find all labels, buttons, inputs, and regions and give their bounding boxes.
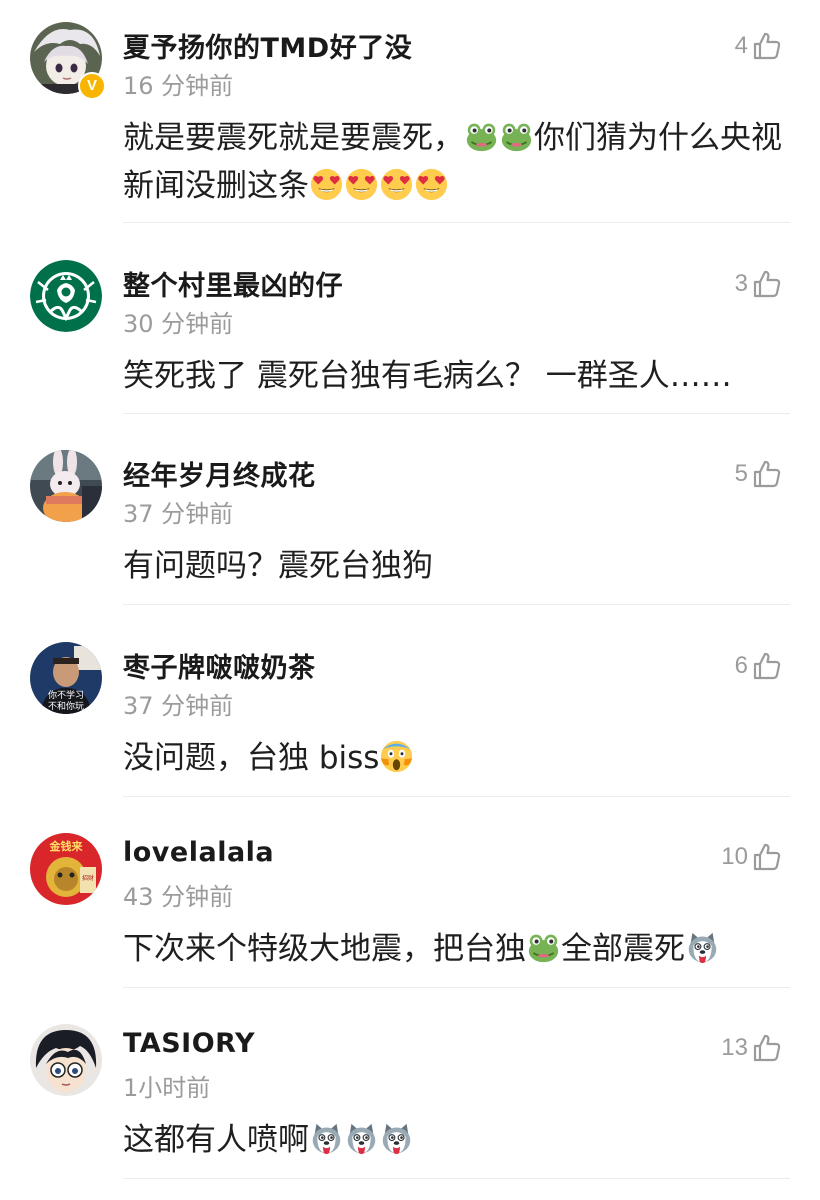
timestamp: 37 分钟前 xyxy=(123,500,234,528)
comment-text: 下次来个特级大地震，把台独 全部震死 xyxy=(123,925,795,973)
verified-badge: V xyxy=(78,72,106,100)
husky-emoji-icon xyxy=(686,930,719,964)
avatar-caption-line-1: 你不学习 xyxy=(48,689,84,701)
comment-text: 笑死我了 震死台独有毛病么？ 一群圣人…… xyxy=(123,352,795,400)
avatar[interactable] xyxy=(30,1024,102,1096)
comment-text-segment: 没问题，台独 biss xyxy=(123,740,380,776)
comment-text: 没问题，台独 biss xyxy=(123,734,795,782)
like-count: 6 xyxy=(734,652,748,679)
thumbs-up-icon xyxy=(752,459,782,489)
thumbs-up-icon xyxy=(752,842,782,872)
avatar-caption-line-2: 不和你玩 xyxy=(48,700,84,712)
anime-boy-glasses-avatar-icon xyxy=(30,1024,102,1096)
comment-text: 有问题吗？震死台独狗 xyxy=(123,542,795,590)
username[interactable]: 整个村里最凶的仔 xyxy=(123,264,343,303)
thumbs-up-icon xyxy=(752,1033,782,1063)
comment-text-segment: 就是要震死就是要震死， xyxy=(123,120,464,156)
timestamp: 30 分钟前 xyxy=(123,310,234,338)
scream-emoji-icon xyxy=(380,739,413,773)
like-button[interactable]: 10 xyxy=(721,839,782,875)
avatar[interactable] xyxy=(30,260,102,332)
heart-eyes-emoji-icon xyxy=(415,167,448,201)
husky-emoji-icon xyxy=(310,1121,343,1155)
timestamp: 1小时前 xyxy=(123,1074,211,1102)
comment-text-segment: 这都有人喷啊 xyxy=(123,1122,309,1158)
like-count: 3 xyxy=(734,270,748,297)
username[interactable]: 枣子牌啵啵奶茶 xyxy=(123,646,316,685)
comment-text-segment: 有问题吗？震死台独狗 xyxy=(123,548,433,584)
comment-text-segment: 笑死我了 震死台独有毛病么？ 一群圣人…… xyxy=(123,358,732,394)
avatar-caption-line-1: 金钱来 xyxy=(49,839,84,853)
thumbs-up-icon xyxy=(752,31,782,61)
thumbs-up-icon xyxy=(752,651,782,681)
divider xyxy=(123,413,790,414)
avatar[interactable]: 你不学习 不和你玩 xyxy=(30,642,102,714)
meme-photo-avatar-icon: 你不学习 不和你玩 xyxy=(30,642,102,714)
frog-emoji-icon xyxy=(465,119,498,152)
divider xyxy=(123,987,790,988)
heart-eyes-emoji-icon xyxy=(345,167,378,201)
username[interactable]: TASIORY xyxy=(123,1028,255,1059)
username[interactable]: lovelalala xyxy=(123,837,274,868)
divider xyxy=(123,796,790,797)
frog-emoji-icon xyxy=(500,119,533,152)
plush-bunny-photo-avatar-icon xyxy=(30,450,102,522)
like-button[interactable]: 3 xyxy=(735,266,782,302)
timestamp: 43 分钟前 xyxy=(123,883,234,911)
divider xyxy=(123,1178,790,1179)
avatar[interactable] xyxy=(30,450,102,522)
lion-dance-avatar-icon: 金钱来 招财 xyxy=(30,833,102,905)
like-count: 13 xyxy=(721,1034,748,1061)
like-count: 5 xyxy=(734,460,748,487)
frog-emoji-icon xyxy=(527,930,560,963)
comment-text: 就是要震死就是要震死， 你们猜为什么央视新闻没删这条 xyxy=(123,114,795,210)
like-count: 10 xyxy=(721,843,748,870)
comment-text-segment: 全部震死 xyxy=(561,931,685,967)
thumbs-up-icon xyxy=(752,269,782,299)
heart-eyes-emoji-icon xyxy=(310,167,343,201)
green-siren-logo-avatar-icon xyxy=(30,260,102,332)
avatar[interactable]: 金钱来 招财 xyxy=(30,833,102,905)
timestamp: 16 分钟前 xyxy=(123,72,234,100)
husky-emoji-icon xyxy=(345,1121,378,1155)
timestamp: 37 分钟前 xyxy=(123,692,234,720)
comment-text: 这都有人喷啊 xyxy=(123,1116,795,1164)
like-button[interactable]: 13 xyxy=(721,1030,782,1066)
husky-emoji-icon xyxy=(380,1121,413,1155)
avatar-caption-line-2: 招财 xyxy=(82,874,94,882)
divider xyxy=(123,222,790,223)
divider xyxy=(123,604,790,605)
username[interactable]: 经年岁月终成花 xyxy=(123,454,316,493)
like-button[interactable]: 4 xyxy=(735,28,782,64)
like-button[interactable]: 5 xyxy=(735,456,782,492)
like-button[interactable]: 6 xyxy=(735,648,782,684)
comment-text-segment: 下次来个特级大地震，把台独 xyxy=(123,931,526,967)
like-count: 4 xyxy=(734,32,748,59)
heart-eyes-emoji-icon xyxy=(380,167,413,201)
username[interactable]: 夏予扬你的TMD好了没 xyxy=(123,26,412,65)
